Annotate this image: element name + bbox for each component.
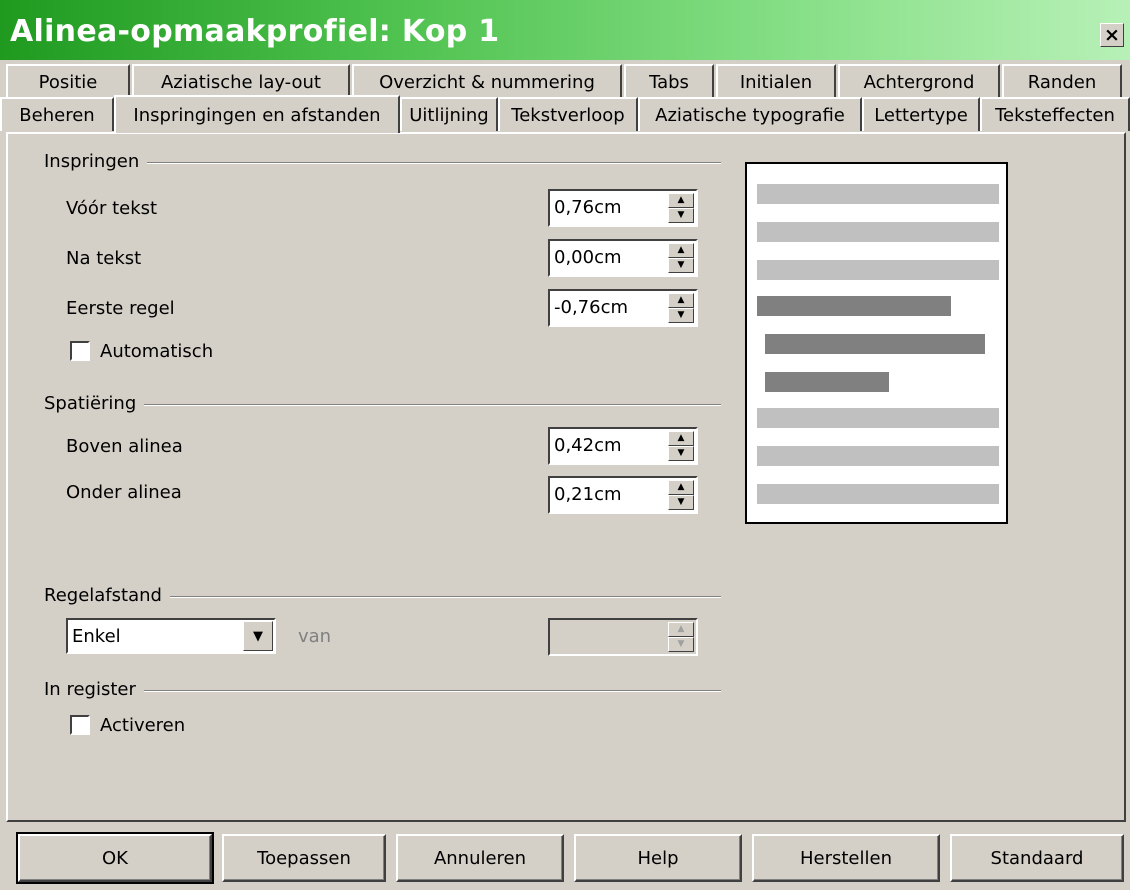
eerste-regel-up-button[interactable]: ▲ <box>668 293 694 308</box>
arrow-down-icon: ▼ <box>677 210 685 220</box>
onder-alinea-up-button[interactable]: ▲ <box>668 480 694 495</box>
regelafstand-select[interactable]: Enkel ▼ <box>66 618 276 654</box>
regelafstand-value-spinner: ▲ ▼ <box>548 618 698 656</box>
tab-randen[interactable]: Randen <box>1002 64 1122 98</box>
regelafstand-up-button: ▲ <box>668 622 694 637</box>
tab-aziatische-lay-out[interactable]: Aziatische lay-out <box>132 64 350 98</box>
tab-teksteffecten[interactable]: Teksteffecten <box>980 97 1130 131</box>
na-tekst-up-button[interactable]: ▲ <box>668 243 694 258</box>
eerste-regel-label: Eerste regel <box>66 298 175 319</box>
close-icon: × <box>1104 23 1120 46</box>
onder-alinea-label: Onder alinea <box>66 482 182 503</box>
arrow-up-icon: ▲ <box>677 624 685 634</box>
reset-button[interactable]: Herstellen <box>752 834 940 882</box>
na-tekst-spinner[interactable]: 0,00cm ▲ ▼ <box>548 239 698 277</box>
onder-alinea-spinner[interactable]: 0,21cm ▲ ▼ <box>548 476 698 514</box>
boven-alinea-spinner[interactable]: 0,42cm ▲ ▼ <box>548 427 698 465</box>
tab-uitlijning[interactable]: Uitlijning <box>400 97 498 131</box>
arrow-down-icon: ▼ <box>677 639 685 649</box>
arrow-up-icon: ▲ <box>677 482 685 492</box>
cancel-button[interactable]: Annuleren <box>396 834 564 882</box>
apply-button[interactable]: Toepassen <box>222 834 386 882</box>
onder-alinea-down-button[interactable]: ▼ <box>668 495 694 510</box>
close-button[interactable]: × <box>1100 23 1124 47</box>
tab-row-front: Beheren Inspringingen en afstanden Uitli… <box>0 95 1130 133</box>
preview-line-before-3 <box>757 260 999 280</box>
activeren-checkbox[interactable] <box>70 715 90 735</box>
preview-line-current-3 <box>765 372 889 392</box>
arrow-down-icon: ▼ <box>677 260 685 270</box>
boven-alinea-label: Boven alinea <box>66 436 183 457</box>
regelafstand-select-value: Enkel <box>72 626 121 647</box>
arrow-up-icon: ▲ <box>677 433 685 443</box>
tab-tabs[interactable]: Tabs <box>624 64 714 98</box>
arrow-up-icon: ▲ <box>677 295 685 305</box>
automatisch-checkbox[interactable] <box>70 341 90 361</box>
boven-alinea-value[interactable]: 0,42cm <box>554 435 622 456</box>
preview-line-before-2 <box>757 222 999 242</box>
spatiering-heading: Spatiëring <box>44 393 145 414</box>
boven-alinea-up-button[interactable]: ▲ <box>668 431 694 446</box>
tab-achtergrond[interactable]: Achtergrond <box>838 64 1000 98</box>
tab-lettertype[interactable]: Lettertype <box>862 97 980 131</box>
preview-line-before-1 <box>757 184 999 204</box>
voor-tekst-down-button[interactable]: ▼ <box>668 208 694 223</box>
eerste-regel-spinner[interactable]: -0,76cm ▲ ▼ <box>548 289 698 327</box>
arrow-down-icon: ▼ <box>677 310 685 320</box>
tab-initialen[interactable]: Initialen <box>716 64 836 98</box>
help-button[interactable]: Help <box>574 834 742 882</box>
tab-overzicht-nummering[interactable]: Overzicht & nummering <box>352 64 622 98</box>
regelafstand-heading: Regelafstand <box>44 585 170 606</box>
na-tekst-down-button[interactable]: ▼ <box>668 258 694 273</box>
eerste-regel-down-button[interactable]: ▼ <box>668 308 694 323</box>
voor-tekst-spinner[interactable]: 0,76cm ▲ ▼ <box>548 189 698 227</box>
tab-beheren[interactable]: Beheren <box>0 97 114 131</box>
tab-tekstverloop[interactable]: Tekstverloop <box>498 97 638 131</box>
tab-aziatische-typografie[interactable]: Aziatische typografie <box>638 97 862 131</box>
automatisch-label[interactable]: Automatisch <box>100 341 213 362</box>
voor-tekst-value[interactable]: 0,76cm <box>554 197 622 218</box>
van-label: van <box>298 626 332 647</box>
standard-button[interactable]: Standaard <box>950 834 1124 882</box>
in-register-divider <box>44 690 721 692</box>
regelafstand-dropdown-button[interactable]: ▼ <box>243 621 273 651</box>
tab-row-back: Positie Aziatische lay-out Overzicht & n… <box>0 64 1130 98</box>
window-title: Alinea-opmaakprofiel: Kop 1 <box>10 14 500 49</box>
preview-line-after-3 <box>757 484 999 504</box>
dialog-button-row: OK Toepassen Annuleren Help Herstellen S… <box>0 822 1130 890</box>
arrow-down-icon: ▼ <box>677 448 685 458</box>
preview-line-after-1 <box>757 408 999 428</box>
preview-line-current-1 <box>757 296 951 316</box>
na-tekst-value[interactable]: 0,00cm <box>554 247 622 268</box>
arrow-up-icon: ▲ <box>677 195 685 205</box>
ok-button[interactable]: OK <box>16 832 214 884</box>
regelafstand-down-button: ▼ <box>668 637 694 652</box>
tab-inspringingen-en-afstanden[interactable]: Inspringingen en afstanden <box>114 95 400 133</box>
voor-tekst-up-button[interactable]: ▲ <box>668 193 694 208</box>
in-register-heading: In register <box>44 679 144 700</box>
onder-alinea-value[interactable]: 0,21cm <box>554 484 622 505</box>
spatiering-divider <box>44 404 721 406</box>
tab-positie[interactable]: Positie <box>6 64 130 98</box>
title-bar[interactable]: Alinea-opmaakprofiel: Kop 1 × <box>0 0 1130 60</box>
inspringen-heading: Inspringen <box>44 151 148 172</box>
voor-tekst-label: Vóór tekst <box>66 198 158 219</box>
chevron-down-icon: ▼ <box>253 628 263 644</box>
arrow-down-icon: ▼ <box>677 497 685 507</box>
activeren-label[interactable]: Activeren <box>100 715 185 736</box>
preview-line-current-2 <box>765 334 985 354</box>
paragraph-preview <box>745 162 1008 524</box>
eerste-regel-value[interactable]: -0,76cm <box>554 297 628 318</box>
boven-alinea-down-button[interactable]: ▼ <box>668 446 694 461</box>
arrow-up-icon: ▲ <box>677 245 685 255</box>
na-tekst-label: Na tekst <box>66 248 142 269</box>
preview-line-after-2 <box>757 446 999 466</box>
